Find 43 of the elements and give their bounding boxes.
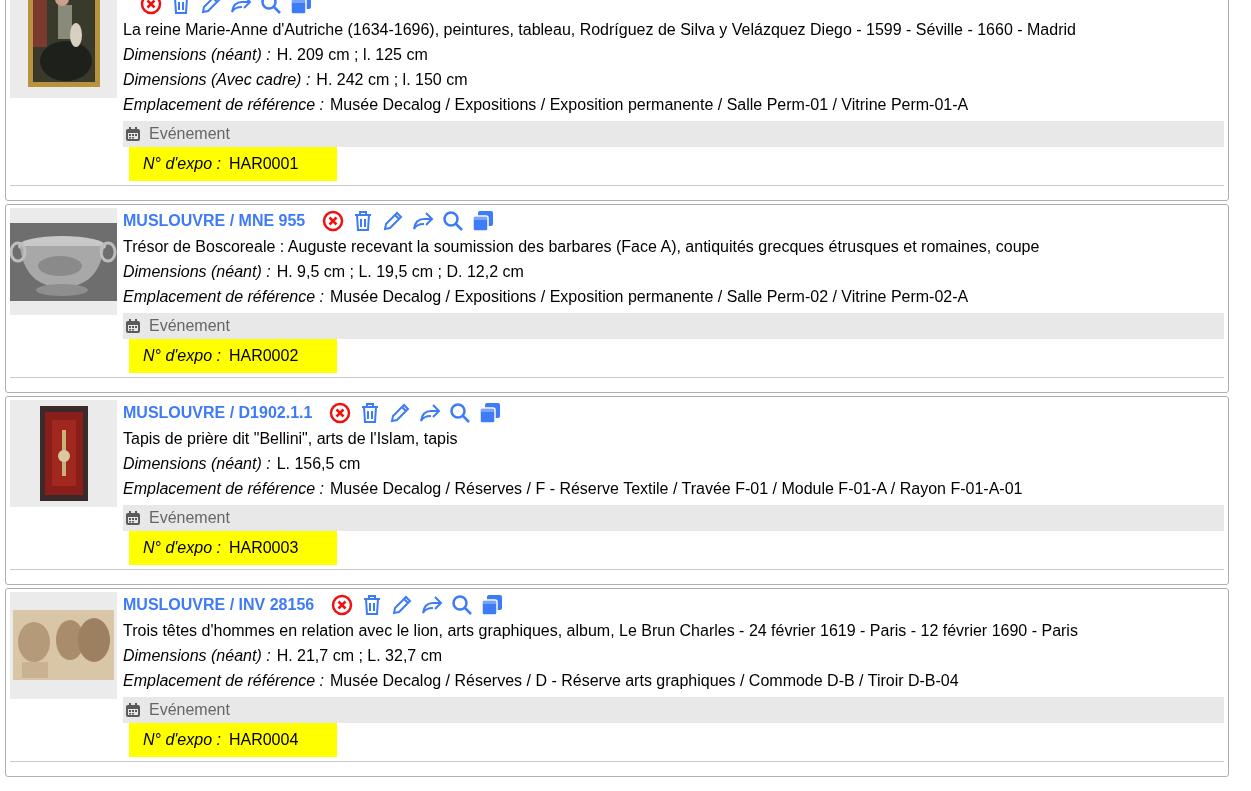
- description-text: Tapis de prière dit "Bellini", arts de l'Islam, tapis: [123, 429, 459, 449]
- windows-icon[interactable]: [471, 209, 496, 233]
- field-value: H. 9,5 cm ; L. 19,5 cm ; D. 12,2 cm: [276, 262, 524, 282]
- record-title-link[interactable]: MUSLOUVRE / MNE 955: [123, 209, 306, 233]
- description-text: Trois têtes d'hommes en relation avec le lion, arts graphiques, album, Le Brun Charles - 24 février 1619 - Paris - 12 février 1690 - Paris: [123, 621, 1079, 641]
- cancel-icon[interactable]: [321, 209, 346, 233]
- record-title-link[interactable]: MUSLOUVRE / D1902.1.1: [123, 401, 313, 425]
- windows-icon[interactable]: [478, 401, 503, 425]
- expo-label: N° d'expo :: [143, 730, 221, 750]
- field-value: Musée Decalog / Expositions / Exposition permanente / Salle Perm-01 / Vitrine Perm-01-A: [330, 95, 969, 115]
- cancel-icon[interactable]: [328, 401, 353, 425]
- field-label: Emplacement de référence :: [123, 95, 324, 115]
- expo-value: HAR0003: [228, 538, 299, 558]
- field-label: Emplacement de référence :: [123, 287, 324, 307]
- windows-icon[interactable]: [480, 593, 505, 617]
- event-header-text: Evénement: [149, 316, 230, 336]
- field-value: L. 156,5 cm: [276, 454, 361, 474]
- field-value: H. 242 cm ; l. 150 cm: [316, 70, 468, 90]
- field-label: Dimensions (néant) :: [123, 646, 271, 666]
- field-label: Emplacement de référence :: [123, 671, 324, 691]
- field-value: H. 21,7 cm ; L. 32,7 cm: [276, 646, 443, 666]
- field-value: Musée Decalog / Expositions / Exposition permanente / Salle Perm-02 / Vitrine Perm-02-A: [330, 287, 969, 307]
- field-label: Dimensions (néant) :: [123, 454, 271, 474]
- expo-value: HAR0001: [228, 154, 299, 174]
- field-value: H. 209 cm ; l. 125 cm: [276, 45, 428, 65]
- field-label: Dimensions (néant) :: [123, 45, 271, 65]
- field-label: Dimensions (Avec cadre) :: [123, 70, 311, 90]
- field-label: Dimensions (néant) :: [123, 262, 271, 282]
- expo-label: N° d'expo :: [143, 538, 221, 558]
- description-text: La reine Marie-Anne d'Autriche (1634-1696), peintures, tableau, Rodríguez de Silva y Velázquez Diego - 1599 - Séville - 1660 - Madrid: [123, 20, 1077, 40]
- record-title-link[interactable]: MUSLOUVRE / INV 28156: [123, 593, 315, 617]
- expo-label: N° d'expo :: [143, 346, 221, 366]
- expo-value: HAR0002: [228, 346, 299, 366]
- event-header-text: Evénement: [149, 508, 230, 528]
- cancel-icon[interactable]: [330, 593, 355, 617]
- event-header-text: Evénement: [149, 124, 230, 144]
- expo-label: N° d'expo :: [143, 154, 221, 174]
- field-label: Emplacement de référence :: [123, 479, 324, 499]
- field-value: Musée Decalog / Réserves / D - Réserve arts graphiques / Commode D-B / Tiroir D-B-04: [330, 671, 959, 691]
- event-header-text: Evénement: [149, 700, 230, 720]
- description-text: Trésor de Boscoreale : Auguste recevant la soumission des barbares (Face A), antiquités grecques étrusques et romaines, coupe: [123, 237, 1041, 257]
- field-value: Musée Decalog / Réserves / F - Réserve Textile / Travée F-01 / Module F-01-A / Rayon F-01-A-01: [330, 479, 1023, 499]
- expo-value: HAR0004: [228, 730, 299, 750]
